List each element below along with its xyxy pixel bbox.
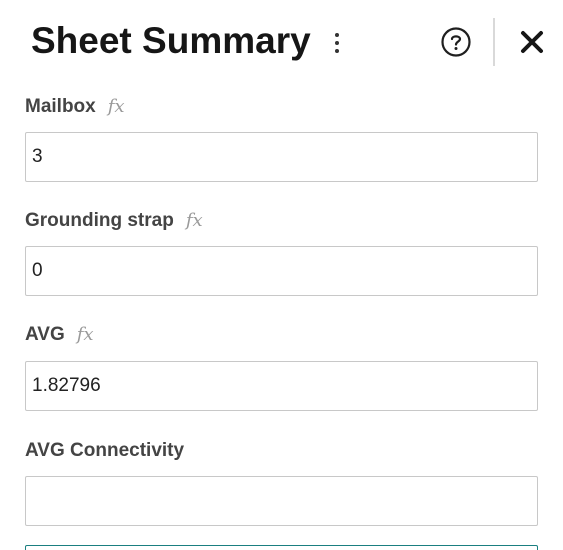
field-label: Grounding strap	[25, 210, 174, 231]
field-value-input[interactable]	[25, 476, 538, 526]
next-field-input[interactable]	[25, 545, 538, 550]
formula-icon[interactable]: fx	[186, 212, 203, 230]
panel-header: Sheet Summary	[0, 0, 563, 88]
summary-field-avg-connectivity: AVG Connectivity	[25, 439, 538, 526]
header-divider	[493, 18, 495, 66]
more-vertical-icon	[335, 33, 339, 53]
formula-icon[interactable]: fx	[108, 98, 125, 116]
summary-field-avg: AVG fx	[25, 323, 538, 411]
close-icon	[521, 31, 543, 53]
panel-title: Sheet Summary	[31, 20, 311, 61]
summary-field-mailbox: Mailbox fx	[25, 95, 538, 182]
field-value-input[interactable]	[25, 361, 538, 411]
field-label-row: AVG fx	[25, 323, 538, 347]
field-label: Mailbox	[25, 96, 96, 117]
field-label: AVG Connectivity	[25, 440, 185, 461]
field-value-input[interactable]	[25, 246, 538, 296]
field-label: AVG	[25, 324, 65, 345]
field-label-row: Mailbox fx	[25, 95, 538, 119]
formula-icon[interactable]: fx	[77, 326, 94, 344]
sheet-summary-panel: Sheet Summary Mailbox fx 3 Grounding str…	[0, 0, 563, 550]
close-button[interactable]	[519, 29, 545, 55]
field-value-input[interactable]	[25, 132, 538, 182]
field-label-row: Grounding strap fx	[25, 209, 538, 233]
field-label-row: AVG Connectivity	[25, 439, 538, 463]
help-button[interactable]	[441, 27, 471, 57]
help-circle-icon	[441, 27, 471, 57]
more-options-button[interactable]	[326, 28, 348, 58]
summary-field-grounding-strap: Grounding strap fx	[25, 209, 538, 296]
